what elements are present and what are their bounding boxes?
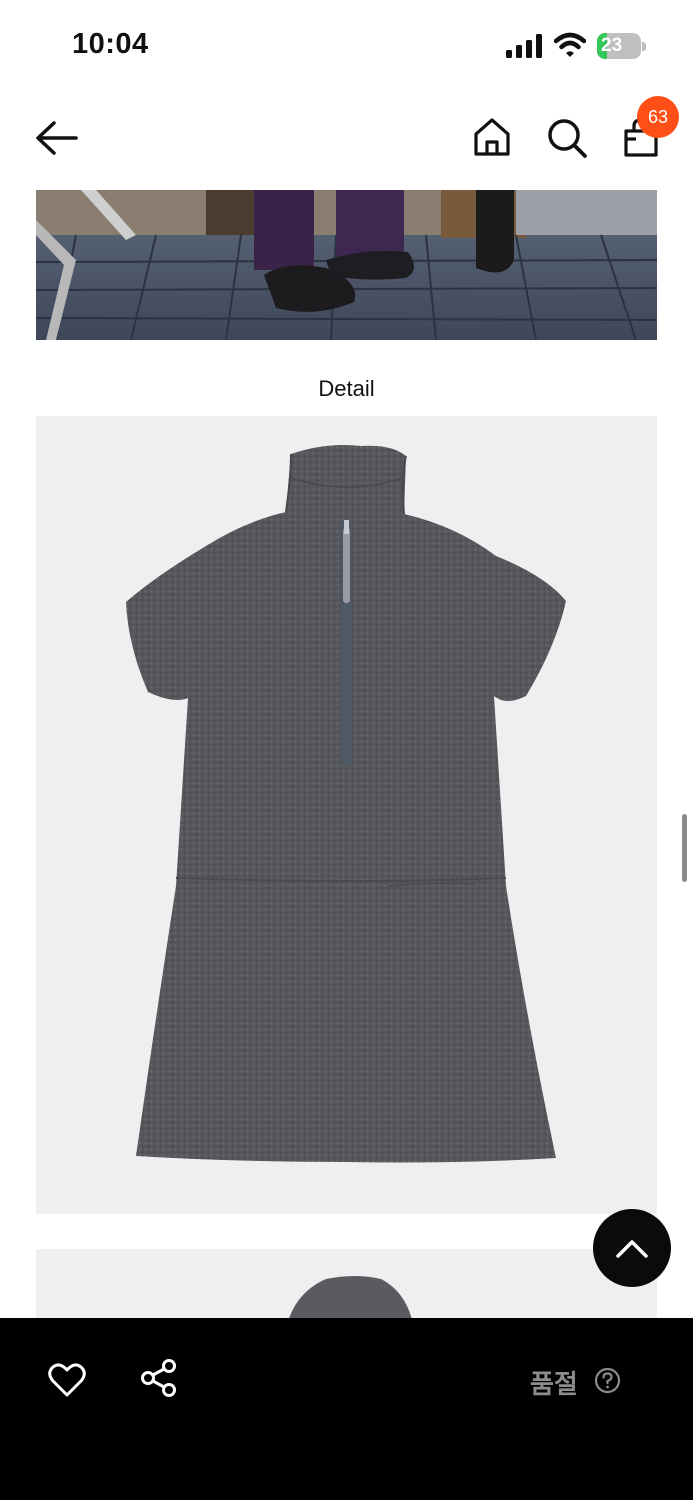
- sold-out-label: 품절: [530, 1370, 578, 1400]
- battery-level: 23: [601, 35, 623, 56]
- cart-count-badge: 63: [637, 96, 679, 138]
- home-icon[interactable]: [472, 117, 512, 157]
- status-bar: 10:04 23: [0, 0, 693, 90]
- chevron-up-icon: [616, 1240, 648, 1258]
- product-image-second: [36, 1249, 657, 1329]
- heart-icon[interactable]: [47, 1360, 87, 1400]
- wifi-icon: [554, 32, 586, 57]
- help-circle-icon[interactable]: [594, 1367, 621, 1394]
- top-navigation: [0, 90, 693, 190]
- search-icon[interactable]: [546, 117, 588, 159]
- product-detail-image: [36, 416, 657, 1214]
- share-icon[interactable]: [139, 1358, 179, 1398]
- scroll-to-top-button[interactable]: [593, 1209, 671, 1287]
- scrollbar[interactable]: [682, 814, 687, 882]
- lifestyle-photo: [36, 190, 657, 340]
- status-time: 10:04: [72, 28, 149, 60]
- back-arrow-icon[interactable]: [34, 118, 80, 158]
- battery-icon: 23: [597, 33, 647, 59]
- section-title: Detail: [318, 376, 375, 401]
- bottom-action-bar: 품절: [0, 1318, 693, 1500]
- cellular-signal-icon: [506, 34, 542, 58]
